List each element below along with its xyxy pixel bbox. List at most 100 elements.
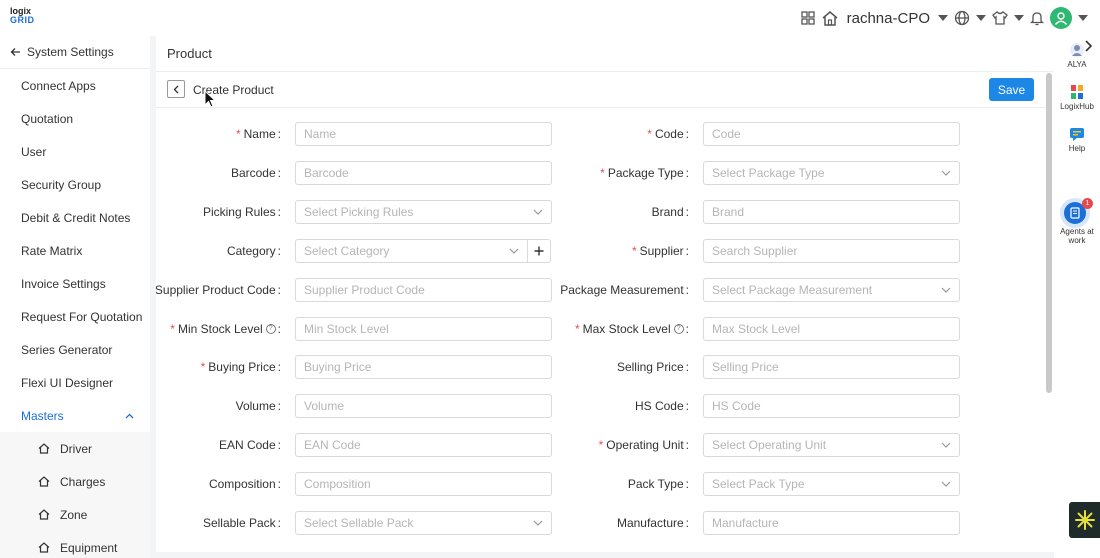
placeholder-text: Barcode — [304, 165, 349, 180]
field-label: * Max Stock Level?: — [575, 322, 689, 336]
sidebar-subitem-label: Charges — [60, 474, 106, 489]
chevron-down-icon — [941, 287, 951, 293]
alya-icon — [1054, 42, 1100, 58]
field-label: * Operating Unit: — [599, 438, 689, 452]
help-icon[interactable]: ? — [265, 324, 276, 335]
sidebar-subitem-driver[interactable]: Driver — [0, 432, 150, 465]
chevron-down-icon — [941, 481, 951, 487]
placeholder-text: Supplier Product Code — [304, 282, 425, 297]
field-label: Selling Price: — [617, 360, 689, 374]
label-colon: : — [277, 399, 281, 414]
placeholder-text: Select Operating Unit — [712, 438, 827, 453]
field-label-text: Brand — [651, 204, 684, 219]
add-category-button[interactable] — [527, 238, 551, 263]
sidebar-item-flexi-ui-designer[interactable]: Flexi UI Designer — [0, 366, 150, 399]
max-stock-level-input[interactable]: Max Stock Level — [703, 316, 960, 341]
scrollbar[interactable] — [1046, 73, 1052, 393]
help-button[interactable]: Help — [1054, 126, 1100, 153]
field-label-text: Composition — [208, 477, 276, 492]
field-label: * Code: — [647, 127, 689, 141]
home-icon[interactable] — [821, 10, 839, 26]
sparkle-icon — [1074, 510, 1095, 530]
sidebar-item-invoice-settings[interactable]: Invoice Settings — [0, 267, 150, 300]
sidebar-item-series-generator[interactable]: Series Generator — [0, 333, 150, 366]
field-label-text: Category — [226, 243, 276, 258]
code-input[interactable]: Code — [703, 122, 960, 146]
field-label-text: HS Code — [634, 399, 684, 414]
category-select[interactable]: Select Category — [295, 238, 528, 263]
back-to-system-settings[interactable]: System Settings — [0, 36, 150, 69]
apps-grid-icon[interactable] — [800, 11, 815, 25]
sidebar-item-masters[interactable]: Masters — [0, 399, 150, 432]
help-icon[interactable]: ? — [673, 324, 684, 335]
label-colon: : — [277, 204, 281, 219]
sidebar-item-debit-credit-notes[interactable]: Debit & Credit Notes — [0, 201, 150, 234]
agents-label-line1: Agents at — [1060, 227, 1094, 236]
placeholder-text: Buying Price — [304, 360, 372, 375]
sidebar-item-request-for-quotation[interactable]: Request For Quotation — [0, 300, 150, 333]
placeholder-text: Select Package Type — [712, 165, 825, 180]
shirt-icon[interactable] — [992, 10, 1008, 26]
label-colon: : — [277, 360, 281, 375]
buying-price-input[interactable]: Buying Price — [295, 355, 552, 380]
globe-icon[interactable] — [954, 10, 970, 26]
supplier-input[interactable]: Search Supplier — [703, 238, 960, 263]
label-colon: : — [277, 165, 281, 180]
brand-input[interactable]: Brand — [703, 199, 960, 224]
alya-label: ALYA — [1067, 60, 1087, 69]
sidebar-subitem-zone[interactable]: Zone — [0, 498, 150, 531]
label-colon: : — [277, 516, 281, 530]
field-label: * Min Stock Level?: — [170, 322, 281, 336]
field-label-text: Package Type — [607, 165, 684, 180]
ean-code-input[interactable]: EAN Code — [295, 433, 552, 458]
chat-widget-button[interactable] — [1069, 502, 1100, 538]
sidebar-item-security-group[interactable]: Security Group — [0, 168, 150, 201]
manufacture-input[interactable]: Manufacture — [703, 511, 960, 535]
label-colon: : — [685, 243, 689, 258]
pack-type-select[interactable]: Select Pack Type — [703, 472, 960, 497]
package-measurement-select[interactable]: Select Package Measurement — [703, 277, 960, 302]
sellable-pack-select[interactable]: Select Sellable Pack — [295, 511, 552, 535]
placeholder-text: Volume — [304, 399, 345, 414]
barcode-input[interactable]: Barcode — [295, 160, 552, 185]
sidebar-subitem-label: Equipment — [60, 540, 118, 555]
bell-icon[interactable] — [1030, 10, 1044, 26]
alya-button[interactable]: ALYA — [1054, 42, 1100, 69]
operating-unit-select[interactable]: Select Operating Unit — [703, 433, 960, 458]
volume-input[interactable]: Volume — [295, 394, 552, 419]
composition-input[interactable]: Composition — [295, 472, 552, 497]
user-name[interactable]: rachna-CPO — [847, 10, 930, 27]
user-avatar-icon[interactable] — [1050, 7, 1072, 29]
sidebar-item-user[interactable]: User — [0, 135, 150, 168]
placeholder-text: Composition — [304, 477, 371, 492]
field-label-text: Package Measurement — [560, 282, 684, 297]
chevron-down-icon[interactable] — [976, 15, 986, 21]
name-input[interactable]: Name — [295, 122, 552, 146]
logixhub-icon — [1054, 84, 1100, 100]
hs-code-input[interactable]: HS Code — [703, 394, 960, 419]
collapse-panel-button[interactable] — [1083, 39, 1093, 56]
field-label: * Package Type: — [600, 166, 689, 180]
chevron-down-icon[interactable] — [938, 15, 948, 21]
supplier-product-code-input[interactable]: Supplier Product Code — [295, 277, 552, 302]
chevron-down-icon[interactable] — [1078, 15, 1088, 21]
logo[interactable]: logix GRID — [10, 7, 38, 29]
package-type-select[interactable]: Select Package Type — [703, 160, 960, 185]
selling-price-input[interactable]: Selling Price — [703, 355, 960, 380]
required-asterisk: * — [574, 321, 580, 336]
min-stock-level-input[interactable]: Min Stock Level — [295, 316, 552, 341]
sidebar-item-quotation[interactable]: Quotation — [0, 102, 150, 135]
sidebar-subitem-equipment[interactable]: Equipment — [0, 531, 150, 558]
label-colon: : — [685, 321, 689, 336]
sidebar-item-connect-apps[interactable]: Connect Apps — [0, 69, 150, 102]
placeholder-text: Min Stock Level — [304, 321, 389, 336]
field-label: Volume: — [236, 399, 281, 413]
sidebar-item-rate-matrix[interactable]: Rate Matrix — [0, 234, 150, 267]
field-label: * Name: — [236, 127, 281, 141]
logixhub-button[interactable]: LogixHub — [1054, 84, 1100, 111]
field-label-text: Name — [243, 127, 276, 141]
picking-rules-select[interactable]: Select Picking Rules — [295, 199, 552, 224]
sidebar-subitem-charges[interactable]: Charges — [0, 465, 150, 498]
chevron-down-icon[interactable] — [1014, 15, 1024, 21]
logixhub-label: LogixHub — [1060, 102, 1094, 111]
